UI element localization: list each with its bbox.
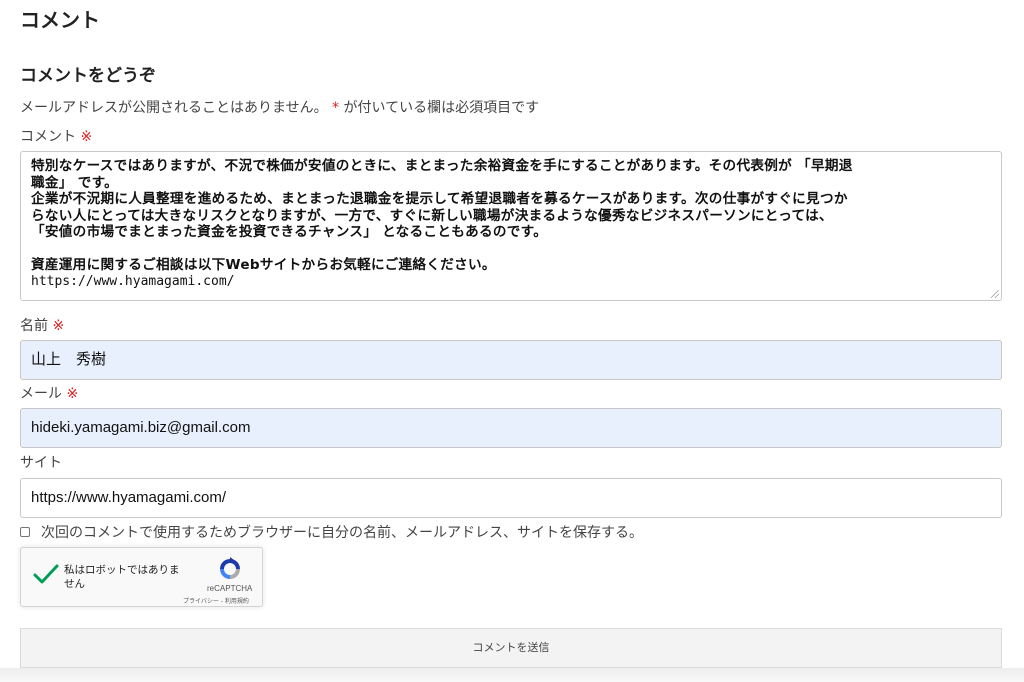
name-required-mark: ※ (52, 318, 65, 334)
name-input[interactable]: 山上 秀樹 (20, 340, 1002, 380)
comment-line: らない人にとっては大きなリスクとなりますが、一方で、すぐに新しい職場が決まるよう… (31, 207, 833, 224)
comment-notes: メールアドレスが公開されることはありません。 * が付いている欄は必須項目です (20, 98, 539, 118)
page-bottom-edge (0, 668, 1024, 682)
notes-text-before: メールアドレスが公開されることはありません。 (20, 100, 328, 116)
email-label-text: メール (20, 386, 62, 402)
recaptcha-label: 私はロボットではありません (64, 564, 180, 590)
email-label: メール ※ (20, 384, 78, 404)
resize-grip-icon[interactable] (991, 290, 999, 298)
site-label-text: サイト (20, 455, 62, 471)
comment-textarea[interactable]: 特別なケースではありますが、不況で株価が安値のときに、まとまった余裕資金を手にす… (20, 151, 1002, 301)
comment-line-blank (31, 241, 991, 258)
comment-line: 企業が不況期に人員整理を進めるため、まとまった退職金を提示して希望退職者を募るケ… (31, 191, 848, 207)
cookie-consent-label[interactable]: 次回のコメントで使用するためブラウザーに自分の名前、メールアドレス、サイトを保存… (41, 522, 643, 542)
submit-comment-button[interactable]: コメントを送信 (20, 628, 1002, 668)
comment-line: 「安値の市場でまとまった資金を投資できるチャンス」 となることもあるのです。 (31, 224, 548, 240)
notes-text-after: が付いている欄は必須項目です (343, 100, 540, 116)
recaptcha-logo-icon (220, 557, 240, 579)
comment-line-url: https://www.hyamagami.com/ (31, 273, 235, 289)
comment-line: 資産運用に関するご相談は以下Webサイトからお気軽にご連絡ください。 (31, 257, 496, 273)
comment-label: コメント ※ (20, 127, 92, 147)
site-input[interactable]: https://www.hyamagami.com/ (20, 478, 1002, 518)
recaptcha-links[interactable]: プライバシー - 利用規約 (183, 596, 249, 605)
section-title: コメント (20, 8, 100, 32)
comment-required-mark: ※ (80, 129, 93, 145)
email-required-mark: ※ (66, 386, 79, 402)
cookie-consent-checkbox[interactable] (20, 527, 30, 537)
comment-line: 職金」 です。 (31, 174, 119, 191)
recaptcha-brand: reCAPTCHA (207, 584, 253, 593)
notes-required-mark: * (332, 100, 340, 116)
checkmark-icon[interactable] (33, 564, 59, 584)
site-label: サイト (20, 453, 62, 473)
comment-label-text: コメント (20, 129, 76, 145)
reply-title: コメントをどうぞ (20, 66, 156, 86)
name-label-text: 名前 (20, 318, 48, 334)
recaptcha-widget: 私はロボットではありません reCAPTCHA プライバシー - 利用規約 (20, 547, 263, 607)
email-input[interactable]: hideki.yamagami.biz@gmail.com (20, 408, 1002, 448)
comment-line: 特別なケースではありますが、不況で株価が安値のときに、まとまった余裕資金を手にす… (31, 158, 853, 174)
cookie-consent: 次回のコメントで使用するためブラウザーに自分の名前、メールアドレス、サイトを保存… (20, 522, 643, 542)
name-label: 名前 ※ (20, 316, 64, 336)
